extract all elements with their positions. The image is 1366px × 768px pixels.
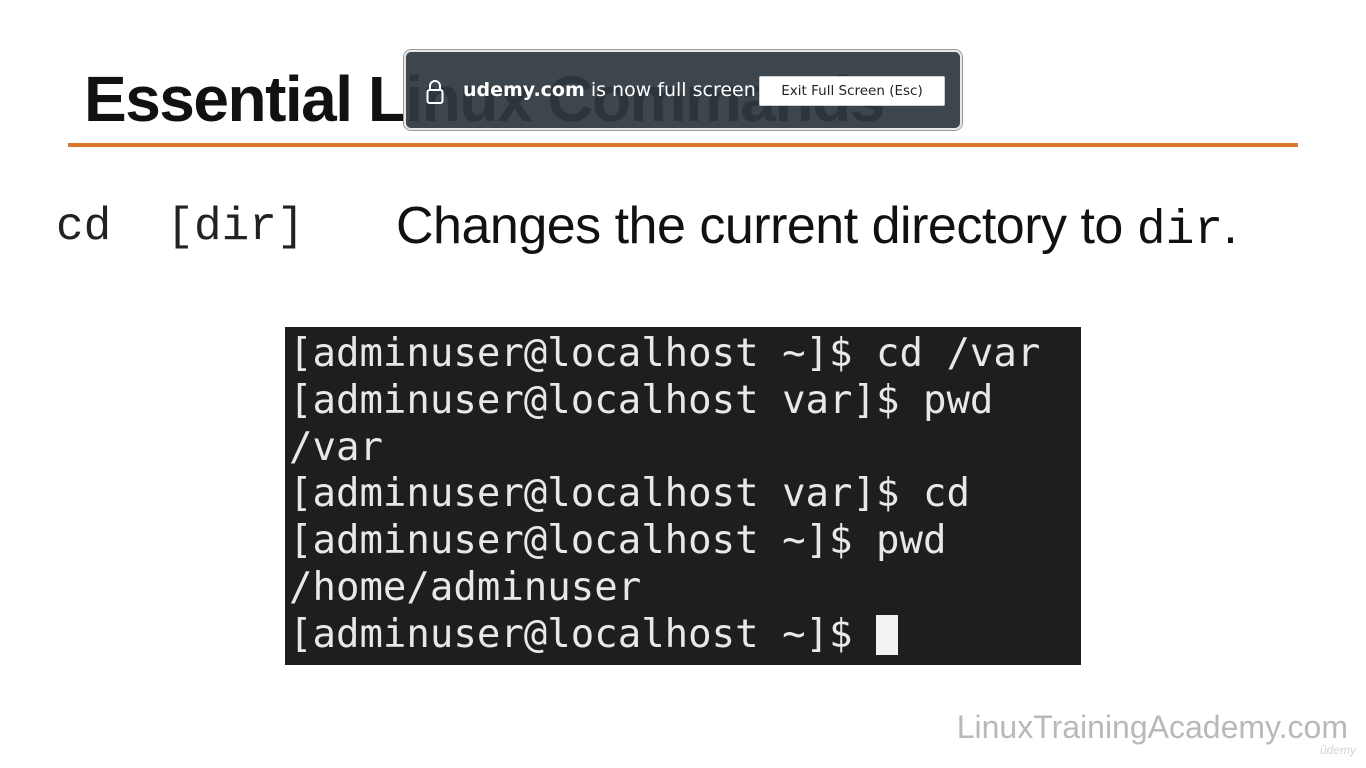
- fullscreen-domain: udemy.com: [463, 79, 585, 101]
- description-text: Changes the current directory to: [396, 197, 1137, 255]
- command-syntax: cd [dir]: [56, 201, 305, 253]
- fullscreen-notification: udemy.com is now full screen Exit Full S…: [404, 50, 962, 130]
- terminal-line: /home/adminuser: [289, 564, 642, 610]
- fullscreen-message: udemy.com is now full screen: [463, 79, 756, 101]
- terminal-line: [adminuser@localhost var]$ pwd: [289, 377, 994, 423]
- terminal-prompt: [adminuser@localhost ~]$: [289, 611, 876, 657]
- terminal-line: /var: [289, 424, 383, 470]
- terminal-line: [adminuser@localhost var]$ cd: [289, 471, 970, 517]
- exit-fullscreen-button[interactable]: Exit Full Screen (Esc): [759, 76, 945, 106]
- site-watermark: LinuxTrainingAcademy.com: [956, 709, 1348, 745]
- terminal-line: [adminuser@localhost ~]$ cd /var: [289, 331, 1041, 376]
- terminal-window: [adminuser@localhost ~]$ cd /var [adminu…: [285, 327, 1081, 665]
- lock-icon: [426, 79, 444, 105]
- description-code: dir: [1136, 204, 1224, 258]
- terminal-cursor: [876, 614, 898, 655]
- title-underline: [68, 143, 1298, 147]
- terminal-line: [adminuser@localhost ~]$ pwd: [289, 518, 947, 564]
- description-period: .: [1223, 197, 1238, 255]
- fullscreen-message-text: is now full screen: [584, 79, 756, 101]
- slide: Essential Linux Commands cd [dir] Change…: [0, 0, 1366, 768]
- udemy-watermark: ûdemy: [1319, 743, 1356, 757]
- command-description: Changes the current directory to dir.: [396, 196, 1238, 258]
- terminal-prompt-line: [adminuser@localhost ~]$: [289, 612, 1081, 659]
